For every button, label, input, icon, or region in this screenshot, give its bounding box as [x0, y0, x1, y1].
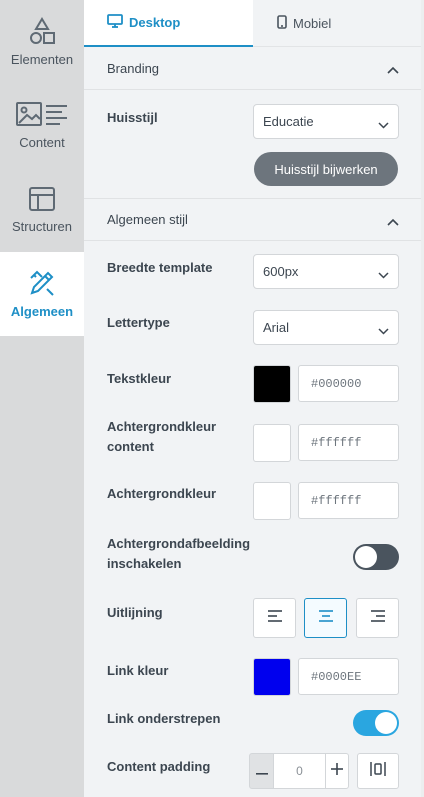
link-color-input[interactable]: #0000EE: [298, 658, 399, 695]
phone-icon: [277, 14, 293, 32]
plus-icon: [331, 762, 343, 780]
link-color-swatch[interactable]: [253, 658, 291, 696]
sidebar-item-structuren[interactable]: Structuren: [0, 168, 84, 252]
settings-panel: Desktop Mobiel Branding Huisstijl Educat…: [84, 0, 421, 797]
align-right-icon: [370, 609, 386, 628]
select-value: Arial: [263, 320, 290, 335]
sidebar: Elementen Content Structuren Algemeen: [0, 0, 84, 797]
bg-image-toggle[interactable]: [353, 544, 399, 570]
padding-decrement-button[interactable]: [249, 753, 274, 789]
align-center-button[interactable]: [304, 598, 347, 638]
text-color-input[interactable]: #000000: [298, 365, 399, 402]
tab-label: Mobiel: [293, 15, 332, 31]
bg-image-label: Achtergrondafbeelding inschakelen: [107, 536, 251, 571]
text-color-swatch[interactable]: [253, 365, 291, 403]
pen-ruler-icon: [28, 269, 56, 297]
text-color-label: Tekstkleur: [107, 371, 172, 386]
align-center-icon: [318, 609, 334, 628]
chevron-up-icon: [387, 214, 399, 229]
chevron-down-icon: [378, 117, 389, 132]
section-title: Algemeen stijl: [107, 212, 188, 227]
toggle-knob: [375, 712, 397, 734]
sidebar-item-algemeen[interactable]: Algemeen: [0, 252, 84, 336]
tab-label: Desktop: [129, 15, 181, 30]
huisstijl-select[interactable]: Educatie: [253, 104, 399, 139]
sidebar-item-label: Content: [19, 135, 65, 150]
monitor-icon: [107, 14, 129, 31]
chevron-down-icon: [378, 323, 389, 338]
padding-mode-button[interactable]: [357, 753, 399, 789]
bg-color-input[interactable]: #ffffff: [298, 482, 399, 519]
align-left-icon: [267, 609, 283, 628]
template-width-select[interactable]: 600px: [253, 254, 399, 289]
tab-mobiel[interactable]: Mobiel: [253, 0, 421, 47]
font-select[interactable]: Arial: [253, 310, 399, 345]
sidebar-item-label: Elementen: [10, 52, 74, 67]
select-value: 600px: [263, 264, 299, 279]
tab-desktop[interactable]: Desktop: [84, 0, 253, 47]
link-color-label: Link kleur: [107, 663, 169, 678]
sidebar-item-elementen[interactable]: Elementen: [0, 0, 84, 84]
select-value: Educatie: [263, 114, 314, 129]
align-left-button[interactable]: [253, 598, 296, 638]
huisstijl-update-button[interactable]: Huisstijl bijwerken: [254, 152, 398, 186]
section-header-algemeen-stijl[interactable]: Algemeen stijl: [84, 198, 421, 241]
content-bg-label: Achtergrondkleur content: [107, 419, 217, 454]
padding-increment-button[interactable]: [325, 753, 349, 789]
chevron-down-icon: [378, 267, 389, 282]
huisstijl-label: Huisstijl: [107, 110, 158, 125]
image-text-icon: [16, 102, 68, 128]
section-header-branding[interactable]: Branding: [84, 47, 421, 90]
alignment-label: Uitlijning: [107, 605, 163, 620]
link-underline-label: Link onderstrepen: [107, 711, 221, 726]
device-tabs: Desktop Mobiel: [84, 0, 421, 47]
section-title: Branding: [107, 60, 160, 76]
link-underline-toggle[interactable]: [353, 710, 399, 736]
content-bg-color-input[interactable]: #ffffff: [298, 424, 399, 461]
chevron-up-icon: [387, 62, 399, 77]
bg-color-label: Achtergrondkleur: [107, 486, 217, 501]
sidebar-item-label: Algemeen: [10, 304, 74, 319]
align-right-button[interactable]: [356, 598, 399, 638]
minus-icon: [255, 762, 268, 780]
font-label: Lettertype: [107, 315, 170, 330]
layout-icon: [28, 186, 56, 212]
bg-color-swatch[interactable]: [253, 482, 291, 520]
sidebar-item-label: Structuren: [12, 219, 72, 234]
toggle-knob: [355, 546, 377, 568]
padding-value-input[interactable]: 0: [274, 753, 325, 789]
content-padding-label: Content padding: [107, 759, 211, 774]
shapes-icon: [28, 17, 56, 45]
content-bg-color-swatch[interactable]: [253, 424, 291, 462]
padding-sides-icon: [370, 761, 386, 782]
sidebar-item-content[interactable]: Content: [0, 84, 84, 168]
template-width-label: Breedte template: [107, 260, 213, 275]
